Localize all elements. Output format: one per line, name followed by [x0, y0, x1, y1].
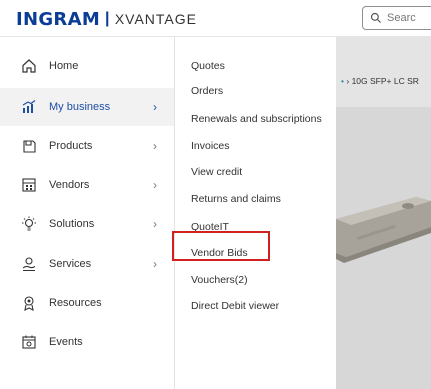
- submenu-item-vouchers[interactable]: Vouchers(2): [191, 274, 248, 286]
- ingram-xvantage-logo[interactable]: INGRAM | XVANTAGE: [16, 8, 197, 30]
- chevron-right-icon: ›: [153, 139, 157, 153]
- breadcrumb-separator: ›: [346, 76, 350, 86]
- sidebar-item-products[interactable]: Products ›: [0, 127, 174, 165]
- sidebar-item-label: Products: [49, 140, 93, 152]
- chevron-right-icon: ›: [153, 100, 157, 114]
- submenu-item-quotes[interactable]: Quotes: [191, 60, 225, 72]
- sidebar-item-vendors[interactable]: Vendors ›: [0, 166, 174, 204]
- logo-brand: INGRAM: [16, 8, 101, 30]
- my-business-submenu: Quotes Orders Renewals and subscriptions…: [175, 37, 336, 389]
- top-header: INGRAM | XVANTAGE Searc: [0, 0, 431, 37]
- breadcrumb-current[interactable]: 10G SFP+ LC SR: [352, 76, 419, 86]
- sidebar-item-home[interactable]: Home: [0, 47, 174, 85]
- chevron-right-icon: ›: [153, 217, 157, 231]
- box-icon: [21, 138, 37, 154]
- sidebar-item-my-business[interactable]: My business ›: [0, 88, 174, 126]
- sidebar-item-label: Vendors: [49, 179, 90, 191]
- sfp-module-product-image: [336, 197, 431, 263]
- resources-icon: [21, 295, 37, 311]
- home-icon: [21, 58, 37, 74]
- main-content: • › 10G SFP+ LC SR: [336, 37, 431, 389]
- search-icon: [370, 12, 381, 23]
- sidebar-item-label: Home: [49, 60, 79, 72]
- lightbulb-icon: [21, 216, 37, 232]
- sidebar: Home My business › Products › Vendors ›: [0, 37, 175, 389]
- sidebar-item-services[interactable]: Services ›: [0, 245, 174, 283]
- logo-product: XVANTAGE: [114, 11, 197, 27]
- logo-separator: |: [105, 10, 110, 27]
- search-input[interactable]: Searc: [362, 6, 431, 30]
- sidebar-item-resources[interactable]: Resources: [0, 284, 174, 322]
- submenu-item-invoices[interactable]: Invoices: [191, 140, 230, 152]
- breadcrumb-dot-icon: •: [341, 76, 344, 86]
- sidebar-item-label: Events: [49, 336, 83, 348]
- chevron-right-icon: ›: [153, 178, 157, 192]
- calendar-icon: [21, 334, 37, 350]
- sidebar-item-label: My business: [49, 101, 111, 113]
- breadcrumb: • › 10G SFP+ LC SR: [341, 76, 419, 86]
- search-placeholder: Searc: [387, 12, 416, 24]
- sidebar-item-solutions[interactable]: Solutions ›: [0, 205, 174, 243]
- sidebar-item-events[interactable]: Events: [0, 323, 174, 361]
- services-icon: [21, 256, 37, 272]
- vendor-bids-highlight: [172, 231, 270, 261]
- submenu-item-direct-debit[interactable]: Direct Debit viewer: [191, 300, 279, 312]
- sidebar-item-label: Solutions: [49, 218, 95, 230]
- submenu-item-view-credit[interactable]: View credit: [191, 166, 242, 178]
- chart-icon: [21, 99, 37, 115]
- chevron-right-icon: ›: [153, 257, 157, 271]
- submenu-item-renewals[interactable]: Renewals and subscriptions: [191, 113, 322, 125]
- submenu-item-returns-claims[interactable]: Returns and claims: [191, 193, 281, 205]
- vendors-icon: [21, 177, 37, 193]
- sidebar-item-label: Resources: [49, 297, 102, 309]
- breadcrumb-bar: • › 10G SFP+ LC SR: [336, 37, 431, 107]
- submenu-item-orders[interactable]: Orders: [191, 85, 223, 97]
- sidebar-item-label: Services: [49, 258, 92, 270]
